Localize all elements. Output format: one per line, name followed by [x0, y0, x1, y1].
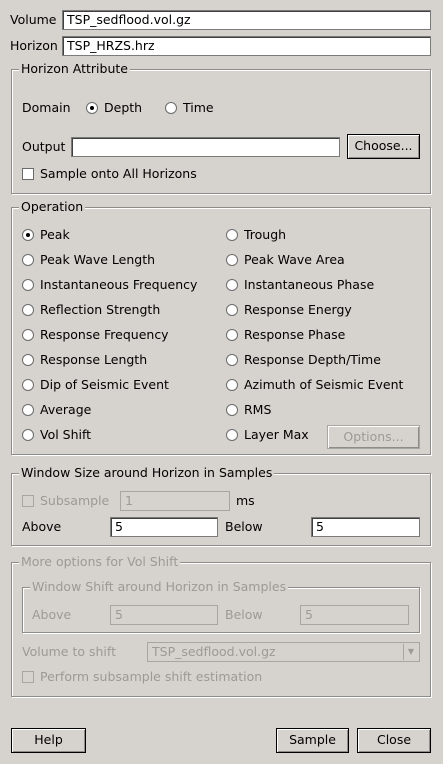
operation-label: Peak Wave Length — [40, 252, 156, 267]
operation-radio[interactable] — [226, 254, 238, 266]
operation-radio[interactable] — [226, 229, 238, 241]
operation-label: Dip of Seismic Event — [40, 377, 169, 392]
operation-radio[interactable] — [22, 404, 34, 416]
close-button[interactable]: Close — [357, 728, 431, 753]
time-radio[interactable] — [165, 102, 177, 114]
operation-radio[interactable] — [22, 429, 34, 441]
output-field[interactable] — [71, 137, 340, 157]
operation-radio[interactable] — [22, 304, 34, 316]
operation-radio[interactable] — [22, 329, 34, 341]
options-button[interactable]: Options... — [327, 425, 420, 449]
volume-to-shift-value: TSP_sedflood.vol.gz — [152, 644, 276, 659]
window-size-title: Window Size around Horizon in Samples — [19, 465, 275, 480]
shift-below-field[interactable]: 5 — [300, 605, 409, 625]
operation-label: Peak Wave Area — [244, 252, 345, 267]
volume-field[interactable]: TSP_sedflood.vol.gz — [62, 10, 431, 30]
volume-label: Volume — [10, 12, 57, 27]
horizon-attribute-title: Horizon Attribute — [19, 61, 130, 76]
operation-radio[interactable] — [226, 329, 238, 341]
sample-button[interactable]: Sample — [276, 728, 349, 753]
operation-label: Instantaneous Phase — [244, 277, 375, 292]
operation-label: Trough — [244, 227, 287, 242]
operation-radio[interactable] — [22, 379, 34, 391]
horizon-label: Horizon — [10, 38, 58, 53]
operation-radio[interactable] — [22, 354, 34, 366]
help-button[interactable]: Help — [11, 728, 86, 753]
operation-label: RMS — [244, 402, 272, 417]
operation-label: Instantaneous Frequency — [40, 277, 198, 292]
operation-label: Vol Shift — [40, 427, 92, 442]
domain-label: Domain — [22, 100, 71, 115]
shift-below-label: Below — [225, 607, 263, 622]
operation-label: Response Length — [40, 352, 148, 367]
depth-radio[interactable] — [86, 102, 98, 114]
operation-radio[interactable] — [226, 429, 238, 441]
operation-label: Response Frequency — [40, 327, 169, 342]
operation-label: Peak — [40, 227, 70, 242]
operation-label: Average — [40, 402, 92, 417]
horizon-field[interactable]: TSP_HRZS.hrz — [62, 36, 431, 56]
volume-to-shift-select[interactable]: TSP_sedflood.vol.gz ▼ — [147, 642, 420, 662]
subsample-label: Subsample — [40, 493, 110, 508]
time-label: Time — [183, 100, 214, 115]
operation-radio[interactable] — [226, 279, 238, 291]
operation-label: Response Energy — [244, 302, 352, 317]
operation-radio[interactable] — [226, 354, 238, 366]
output-label: Output — [22, 139, 66, 154]
operation-label: Azimuth of Seismic Event — [244, 377, 404, 392]
subsample-shift-label: Perform subsample shift estimation — [40, 669, 263, 684]
depth-label: Depth — [104, 100, 143, 115]
above-label: Above — [22, 519, 62, 534]
operation-label: Response Phase — [244, 327, 346, 342]
window-shift-title: Window Shift around Horizon in Samples — [30, 579, 289, 594]
sample-all-label: Sample onto All Horizons — [40, 166, 197, 181]
operation-radio[interactable] — [226, 304, 238, 316]
choose-button[interactable]: Choose... — [347, 134, 420, 159]
operation-radio[interactable] — [226, 379, 238, 391]
subsample-checkbox[interactable] — [22, 495, 34, 507]
shift-above-field[interactable]: 5 — [110, 605, 218, 625]
shift-above-label: Above — [32, 607, 72, 622]
operation-title: Operation — [19, 199, 86, 214]
ms-label: ms — [236, 493, 255, 508]
above-field[interactable]: 5 — [110, 517, 218, 537]
operation-label: Response Depth/Time — [244, 352, 381, 367]
operation-label: Layer Max — [244, 427, 309, 442]
operation-radio[interactable] — [22, 229, 34, 241]
subsample-field[interactable]: 1 — [120, 491, 230, 511]
chevron-down-icon: ▼ — [403, 644, 418, 660]
below-field[interactable]: 5 — [311, 517, 420, 537]
volshift-title: More options for Vol Shift — [19, 554, 181, 569]
sample-all-checkbox[interactable] — [22, 168, 34, 180]
operation-radio[interactable] — [22, 254, 34, 266]
subsample-shift-checkbox[interactable] — [22, 671, 34, 683]
volume-to-shift-label: Volume to shift — [22, 644, 116, 659]
below-label: Below — [225, 519, 263, 534]
operation-label: Reflection Strength — [40, 302, 161, 317]
operation-radio[interactable] — [22, 279, 34, 291]
operation-radio[interactable] — [226, 404, 238, 416]
